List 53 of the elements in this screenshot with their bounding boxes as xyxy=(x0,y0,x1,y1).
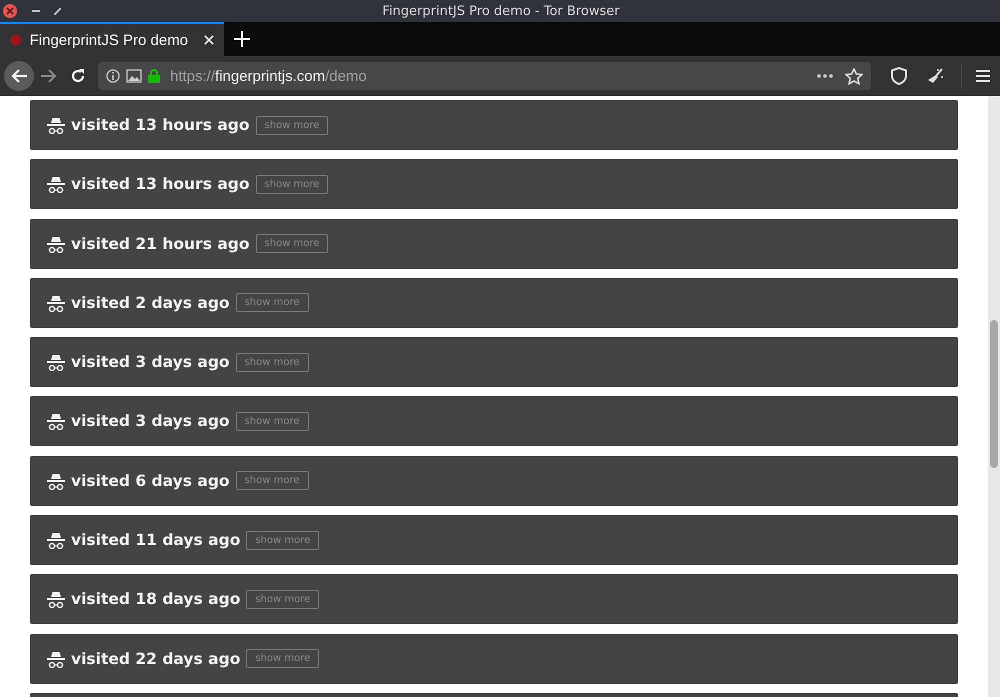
back-arrow-icon xyxy=(10,68,28,84)
visit-label: visited 3 days ago xyxy=(71,353,230,372)
scrollbar-thumb[interactable] xyxy=(990,320,998,468)
incognito-icon xyxy=(47,116,65,134)
visit-label: visited 21 hours ago xyxy=(71,234,250,253)
incognito-icon xyxy=(47,590,65,608)
incognito-icon xyxy=(47,353,65,372)
scrollbar[interactable] xyxy=(988,96,1000,697)
minimize-icon[interactable] xyxy=(32,9,40,13)
plus-icon xyxy=(234,31,250,47)
browser-tab[interactable]: FingerprintJS Pro demo xyxy=(0,22,224,56)
show-more-button[interactable]: show more xyxy=(256,174,328,194)
close-icon[interactable] xyxy=(204,34,214,46)
show-more-button[interactable]: show more xyxy=(256,116,328,134)
visit-label: visited 11 days ago xyxy=(71,531,240,550)
broom-icon[interactable] xyxy=(927,67,945,85)
more-icon[interactable] xyxy=(817,74,833,78)
visit-label: visited 22 days ago xyxy=(71,650,240,668)
incognito-icon xyxy=(47,175,65,194)
visit-label: visited 13 hours ago xyxy=(71,175,250,194)
visit-label: visited 2 days ago xyxy=(71,294,230,312)
incognito-icon xyxy=(47,472,65,490)
incognito-icon xyxy=(47,412,65,430)
visit-label: visited 13 hours ago xyxy=(71,116,250,134)
visit-label: visited 6 days ago xyxy=(71,472,230,490)
incognito-icon xyxy=(47,650,65,668)
url-text: https://fingerprintjs.com/demo xyxy=(170,68,367,84)
image-icon[interactable] xyxy=(126,69,142,83)
address-field[interactable]: https://fingerprintjs.com/demo xyxy=(98,62,871,90)
show-more-button[interactable]: show more xyxy=(246,649,320,668)
incognito-icon xyxy=(47,531,65,550)
star-icon[interactable] xyxy=(845,68,863,84)
menu-icon[interactable] xyxy=(976,69,990,83)
show-more-button[interactable]: show more xyxy=(236,352,308,372)
shield-icon[interactable] xyxy=(891,67,907,85)
info-icon[interactable] xyxy=(106,69,120,83)
favicon-icon xyxy=(10,33,22,47)
window-title: FingerprintJS Pro demo - Tor Browser xyxy=(381,4,621,18)
show-more-button[interactable]: show more xyxy=(236,471,308,490)
incognito-icon xyxy=(47,234,65,253)
show-more-button[interactable]: show more xyxy=(246,530,320,550)
forward-icon[interactable] xyxy=(40,68,58,84)
visit-label: visited 3 days ago xyxy=(71,412,230,430)
maximize-icon[interactable] xyxy=(54,8,61,14)
show-more-button[interactable]: show more xyxy=(236,293,308,312)
show-more-button[interactable]: show more xyxy=(236,412,308,431)
reload-icon[interactable] xyxy=(70,68,86,84)
show-more-button[interactable]: show more xyxy=(256,234,328,254)
visit-label: visited 18 days ago xyxy=(71,590,240,608)
padlock-icon[interactable] xyxy=(148,69,160,83)
incognito-icon xyxy=(47,294,65,312)
back-button[interactable] xyxy=(4,61,34,91)
show-more-button[interactable]: show more xyxy=(246,590,320,609)
